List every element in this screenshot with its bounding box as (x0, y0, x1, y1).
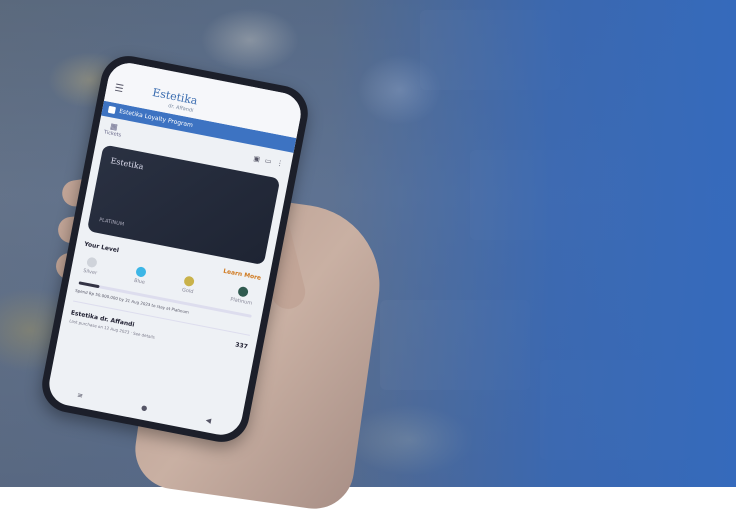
tier-badge-icon (135, 266, 148, 278)
tier-label: Gold (181, 287, 194, 296)
card-tier: PLATINUM (98, 217, 125, 228)
recent-apps-icon[interactable]: ≡ (76, 391, 83, 400)
tier-badge-icon (183, 275, 196, 288)
tier-blue: Blue (133, 266, 148, 286)
more-icon[interactable]: ⋮ (276, 159, 284, 168)
tier-badge-icon (237, 285, 249, 298)
back-icon[interactable]: ◀ (205, 416, 212, 425)
gift-icon (107, 105, 116, 115)
tier-gold: Gold (181, 275, 196, 295)
card-logo: Estetika (109, 156, 145, 172)
level-title: Your Level (83, 240, 120, 255)
wallet-icon[interactable]: ▭ (264, 157, 272, 166)
tickets-button[interactable]: ▦ Tickets (103, 121, 123, 138)
tier-platinum: Platinum (230, 285, 255, 307)
tier-badge-icon (86, 256, 98, 269)
tier-label: Silver (82, 267, 98, 277)
home-icon[interactable]: ● (141, 404, 149, 413)
store-value: 337 (234, 341, 249, 351)
tier-progress-fill (78, 281, 100, 289)
learn-more-link[interactable]: Learn More (223, 268, 262, 282)
menu-icon[interactable]: ☰ (114, 83, 125, 96)
tier-label: Platinum (229, 296, 253, 307)
tier-label: Blue (133, 277, 146, 286)
toolbar-actions: ▣ ▭ ⋮ (253, 154, 284, 168)
qr-icon[interactable]: ▣ (253, 154, 261, 163)
tier-silver: Silver (83, 256, 100, 276)
